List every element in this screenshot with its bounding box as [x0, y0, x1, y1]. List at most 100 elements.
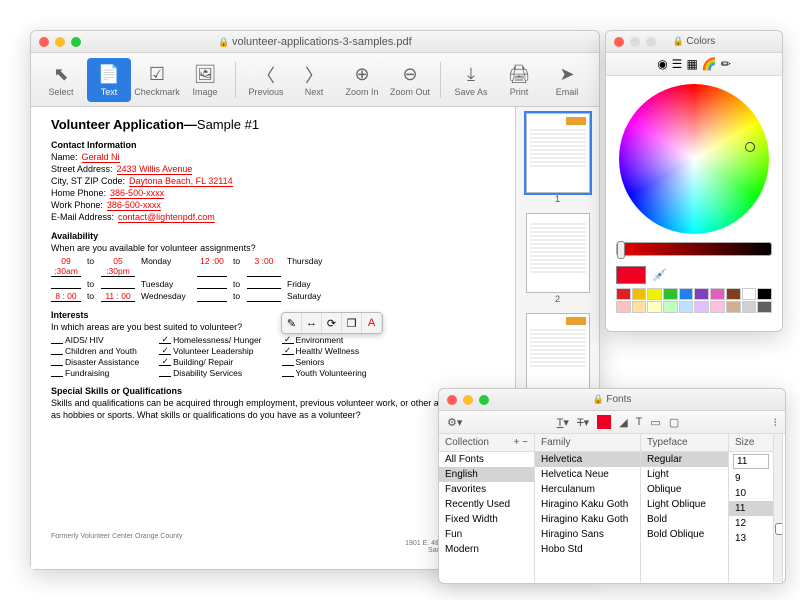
- color-swatch[interactable]: [679, 301, 694, 313]
- list-item[interactable]: Hobo Std: [535, 542, 640, 557]
- color-swatch[interactable]: [757, 301, 772, 313]
- size-input[interactable]: [733, 454, 769, 469]
- copy-icon[interactable]: ❐: [342, 313, 362, 333]
- color-swatch[interactable]: [632, 301, 647, 313]
- list-item[interactable]: Herculanum: [535, 482, 640, 497]
- image-button[interactable]: 🖼Image: [183, 58, 227, 102]
- more-icon[interactable]: ⁝: [774, 416, 778, 429]
- checkbox[interactable]: ✓: [159, 357, 171, 366]
- close-icon[interactable]: [447, 395, 457, 405]
- checkbox[interactable]: ✓: [282, 335, 294, 344]
- checkmark-button[interactable]: ☑︎Checkmark: [135, 58, 179, 102]
- list-item[interactable]: Regular: [641, 452, 728, 467]
- list-item[interactable]: 11: [729, 501, 773, 516]
- color-swatch[interactable]: [679, 288, 694, 300]
- checkbox[interactable]: ✓: [159, 335, 171, 344]
- text-color-swatch[interactable]: [597, 415, 611, 429]
- color-swatch[interactable]: [726, 288, 741, 300]
- color-swatch[interactable]: [694, 288, 709, 300]
- close-icon[interactable]: [614, 37, 624, 47]
- palette-mode-icon[interactable]: ▦: [686, 57, 697, 71]
- name-value[interactable]: Gerald Ni: [82, 152, 120, 163]
- save-as-button[interactable]: ⤓Save As: [449, 58, 493, 102]
- print-button[interactable]: 🖨Print: [497, 58, 541, 102]
- thumbnail-1[interactable]: 1: [526, 113, 590, 193]
- list-item[interactable]: Hiragino Kaku Goth: [535, 512, 640, 527]
- color-swatch[interactable]: [632, 288, 647, 300]
- wheel-mode-icon[interactable]: ◉: [657, 57, 667, 71]
- list-item[interactable]: Helvetica: [535, 452, 640, 467]
- pencil-icon[interactable]: ✎: [282, 313, 302, 333]
- color-swatch[interactable]: [616, 301, 631, 313]
- spectrum-mode-icon[interactable]: 🌈: [702, 57, 717, 71]
- highlight-icon[interactable]: ◢: [619, 416, 627, 429]
- list-item[interactable]: Fixed Width: [439, 512, 534, 527]
- list-item[interactable]: Oblique: [641, 482, 728, 497]
- baseline-icon[interactable]: ▢: [669, 416, 679, 429]
- home-phone-value[interactable]: 386-500-xxxx: [110, 188, 164, 199]
- select-button[interactable]: ⬉Select: [39, 58, 83, 102]
- brightness-slider[interactable]: [616, 242, 772, 256]
- slider-knob[interactable]: [775, 523, 783, 535]
- color-swatch[interactable]: [710, 288, 725, 300]
- pencils-mode-icon[interactable]: ✏: [721, 57, 731, 71]
- color-picker-indicator[interactable]: [745, 142, 755, 152]
- sliders-mode-icon[interactable]: ☰: [672, 57, 683, 71]
- list-item[interactable]: Light Oblique: [641, 497, 728, 512]
- strikethrough-icon[interactable]: T▾: [577, 416, 589, 429]
- checkbox[interactable]: [51, 346, 63, 355]
- minimize-icon[interactable]: [463, 395, 473, 405]
- zoom-icon[interactable]: [479, 395, 489, 405]
- color-swatch[interactable]: [757, 288, 772, 300]
- text-button[interactable]: 📄Text: [87, 58, 131, 102]
- list-item[interactable]: Hiragino Kaku Goth: [535, 497, 640, 512]
- color-wheel[interactable]: [619, 84, 769, 234]
- checkbox[interactable]: [282, 368, 294, 377]
- color-swatch[interactable]: [742, 288, 757, 300]
- shadow-icon[interactable]: ▭: [650, 416, 660, 429]
- list-item[interactable]: Modern: [439, 542, 534, 557]
- color-swatch[interactable]: [663, 301, 678, 313]
- add-remove-icon[interactable]: + −: [514, 437, 528, 448]
- city-value[interactable]: Daytona Beach, FL 32114: [129, 176, 233, 187]
- list-item[interactable]: Favorites: [439, 482, 534, 497]
- list-item[interactable]: Bold Oblique: [641, 527, 728, 542]
- previous-button[interactable]: 〈Previous: [244, 58, 288, 102]
- thumbnail-2[interactable]: 2: [526, 213, 590, 293]
- checkbox[interactable]: [51, 335, 63, 344]
- list-item[interactable]: Bold: [641, 512, 728, 527]
- color-swatch[interactable]: [663, 288, 678, 300]
- zoom-icon[interactable]: [71, 37, 81, 47]
- list-item[interactable]: All Fonts: [439, 452, 534, 467]
- list-item[interactable]: Helvetica Neue: [535, 467, 640, 482]
- zoom-out-button[interactable]: ⊖Zoom Out: [388, 58, 432, 102]
- font-icon[interactable]: A: [362, 313, 382, 333]
- list-item[interactable]: 13: [729, 531, 773, 546]
- list-item[interactable]: 10: [729, 486, 773, 501]
- text-icon[interactable]: T: [636, 416, 643, 428]
- checkbox[interactable]: ✓: [282, 346, 294, 355]
- eyedropper-icon[interactable]: 💉: [652, 268, 667, 282]
- size-slider[interactable]: [773, 434, 782, 582]
- list-item[interactable]: English: [439, 467, 534, 482]
- color-swatch[interactable]: [726, 301, 741, 313]
- next-button[interactable]: 〉Next: [292, 58, 336, 102]
- list-item[interactable]: Recently Used: [439, 497, 534, 512]
- checkbox[interactable]: [159, 368, 171, 377]
- checkbox[interactable]: [51, 357, 63, 366]
- thumbnail-3[interactable]: [526, 313, 590, 393]
- minimize-icon[interactable]: [55, 37, 65, 47]
- list-item[interactable]: Fun: [439, 527, 534, 542]
- work-phone-value[interactable]: 386-500-xxxx: [107, 200, 161, 211]
- color-swatch[interactable]: [710, 301, 725, 313]
- rotate-icon[interactable]: ⟳: [322, 313, 342, 333]
- list-item[interactable]: 9: [729, 471, 773, 486]
- color-swatch[interactable]: [694, 301, 709, 313]
- underline-icon[interactable]: T▾: [557, 416, 569, 429]
- close-icon[interactable]: [39, 37, 49, 47]
- list-item[interactable]: Hiragino Sans: [535, 527, 640, 542]
- color-swatch[interactable]: [647, 288, 662, 300]
- list-item[interactable]: Light: [641, 467, 728, 482]
- checkbox[interactable]: [282, 357, 294, 366]
- move-icon[interactable]: ↔: [302, 313, 322, 333]
